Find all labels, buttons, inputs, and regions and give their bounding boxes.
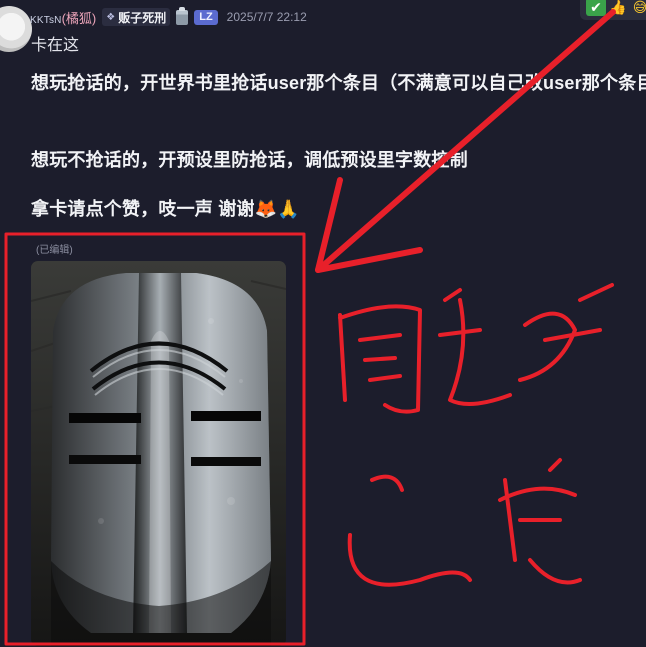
message-paragraph: 想玩抢话的，开世界书里抢话user那个条目（不满意可以自己改user那个条目 xyxy=(31,73,646,93)
paragraph-text: 拿卡请点个赞，吱一声 谢谢 xyxy=(31,199,255,219)
message-line: 卡在这 xyxy=(31,37,80,54)
emoji-face-icon[interactable]: 😅 xyxy=(630,0,646,16)
thumbs-up-icon[interactable]: 👍 xyxy=(608,0,628,16)
edited-label: (已编辑) xyxy=(36,245,73,256)
lz-badge: LZ xyxy=(194,9,218,25)
message-header: KKTsN (橘狐) ❖ 贩子死刑 LZ 2025/7/7 22:12 xyxy=(30,6,307,27)
username[interactable]: KKTsN (橘狐) xyxy=(30,8,96,27)
fox-pray-emoji: 🦊🙏 xyxy=(254,199,300,219)
knight-helmet-image xyxy=(31,261,286,646)
check-icon[interactable]: ✔ xyxy=(586,0,606,16)
sparkle-icon: ❖ xyxy=(106,11,116,23)
message-paragraph: 拿卡请点个赞，吱一声 谢谢🦊🙏 xyxy=(31,195,300,224)
role-tag-label: 贩子死刑 xyxy=(118,10,167,25)
clipboard-icon xyxy=(176,6,189,25)
handwriting-scribble xyxy=(338,283,614,587)
timestamp: 2025/7/7 22:12 xyxy=(226,10,307,24)
reaction-bar: ✔ 👍 😅 xyxy=(580,0,646,20)
username-suffix[interactable]: (橘狐) xyxy=(62,8,97,27)
message-paragraph: 想玩不抢话的，开预设里防抢话，调低预设里字数控制 xyxy=(31,150,468,170)
message-view: KKTsN (橘狐) ❖ 贩子死刑 LZ 2025/7/7 22:12 ✔ 👍 … xyxy=(0,0,646,647)
arrow-icon xyxy=(315,9,616,273)
username-prefix[interactable]: KKTsN xyxy=(30,15,62,26)
image-attachment[interactable] xyxy=(31,261,286,646)
avatar[interactable] xyxy=(0,6,32,52)
role-tag[interactable]: ❖ 贩子死刑 xyxy=(102,8,171,26)
